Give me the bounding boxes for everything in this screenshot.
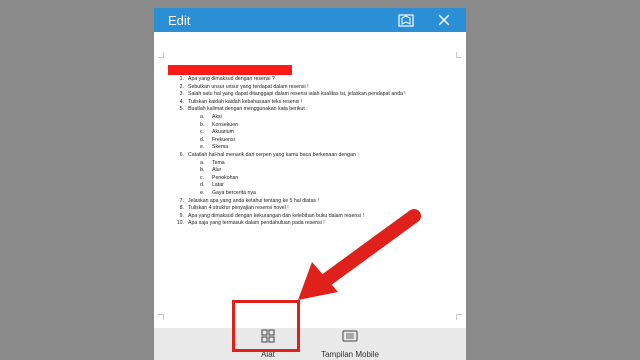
pointer-arrow-icon <box>298 209 421 300</box>
